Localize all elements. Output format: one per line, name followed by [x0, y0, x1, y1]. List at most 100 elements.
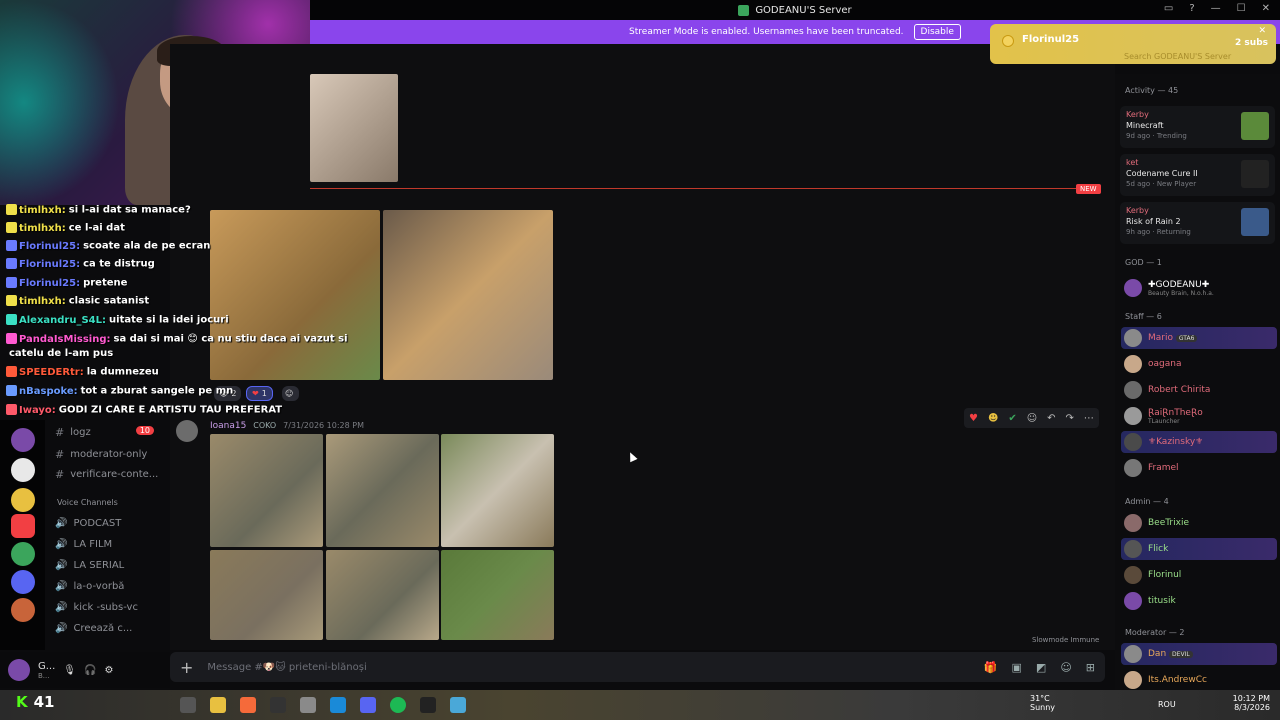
apps-icon[interactable]: ⊞ — [1086, 661, 1095, 674]
member-avatar — [1124, 355, 1142, 373]
cat-image-3[interactable] — [441, 434, 554, 547]
server-icon-6[interactable] — [11, 570, 35, 594]
edge-icon[interactable] — [330, 697, 346, 713]
heart-react-icon[interactable]: ♥ — [969, 413, 978, 424]
obs-icon[interactable] — [270, 697, 286, 713]
activity-header[interactable]: Activity — 45 — [1125, 86, 1178, 95]
check-react-icon[interactable]: ✔ — [1008, 413, 1016, 424]
member-row[interactable]: ⱤaiⱤnTheⱤo TLauncher — [1121, 405, 1277, 427]
member-name: Robert Chirita — [1148, 385, 1211, 395]
file-explorer-icon[interactable] — [210, 697, 226, 713]
voice-channels-header[interactable]: Voice Channels — [57, 498, 118, 507]
member-row[interactable]: titusik — [1121, 590, 1277, 612]
message-input-placeholder[interactable]: Message #🐶🐱 prieteni-blănoși — [207, 662, 366, 673]
sticker-icon[interactable]: ◩ — [1036, 661, 1046, 674]
emoji-icon[interactable]: ☺ — [1060, 661, 1071, 674]
minimize-button[interactable]: — — [1211, 3, 1221, 14]
voice-channel[interactable]: 🔊 Creează c... — [55, 623, 132, 634]
kick-logo-icon: K — [16, 693, 28, 711]
reply-icon[interactable]: ↶ — [1047, 413, 1055, 424]
brave-icon[interactable] — [240, 697, 256, 713]
message-author[interactable]: Ioana15 — [210, 421, 246, 431]
server-icon-4[interactable] — [11, 514, 35, 538]
channel-moderator-only[interactable]: # moderator-only — [55, 448, 147, 461]
cat-image-2[interactable] — [326, 434, 439, 547]
app-icon-3[interactable] — [450, 697, 466, 713]
dog-image-2[interactable] — [383, 210, 553, 380]
app-icon[interactable] — [300, 697, 316, 713]
server-icon-7[interactable] — [11, 598, 35, 622]
stream-chat-message: sa dai si mai 😊 ca nu stiu daca ai vazut… — [113, 333, 348, 345]
maximize-button[interactable]: ☐ — [1237, 3, 1246, 14]
message-image[interactable] — [310, 74, 398, 182]
member-row[interactable]: ✚GODEANU✚ Beauty Brain, N.o.h.a. — [1121, 277, 1277, 299]
author-avatar[interactable] — [176, 420, 198, 442]
member-row[interactable]: Flick — [1121, 538, 1277, 560]
server-icon-5[interactable] — [11, 542, 35, 566]
voice-channel[interactable]: 🔊 LA FILM — [55, 539, 112, 550]
member-row[interactable]: oagana — [1121, 353, 1277, 375]
activity-card[interactable]: Kerby Minecraft 9d ago · Trending — [1120, 106, 1275, 148]
discord-icon[interactable] — [360, 697, 376, 713]
emoji-react-icon[interactable]: ☻ — [988, 413, 998, 424]
close-button[interactable]: ✕ — [1262, 3, 1270, 14]
close-alert-icon[interactable]: ✕ — [1258, 26, 1266, 36]
spotify-icon[interactable] — [390, 697, 406, 713]
chat-badge-icon — [6, 404, 17, 415]
activity-card[interactable]: ket Codename Cure II 5d ago · New Player — [1120, 154, 1275, 196]
gift-icon[interactable]: 🎁 — [984, 661, 998, 674]
cat-image-5[interactable] — [326, 550, 439, 640]
cat-image-1[interactable] — [210, 434, 323, 547]
member-row[interactable]: Dan DEVIL — [1121, 643, 1277, 665]
voice-channel[interactable]: 🔊 la-o-vorbă — [55, 581, 124, 592]
attach-plus-icon[interactable]: + — [180, 658, 193, 677]
settings-gear-icon[interactable]: ⚙ — [104, 665, 113, 676]
weather-widget[interactable]: 31°C Sunny — [1030, 694, 1055, 712]
channel-verificare[interactable]: # verificare-conte... — [55, 468, 158, 481]
help-icon[interactable]: ? — [1189, 3, 1194, 14]
member-row[interactable]: BeeTrixie — [1121, 512, 1277, 534]
app-icon-2[interactable] — [420, 697, 436, 713]
voice-channel[interactable]: 🔊 PODCAST — [55, 518, 121, 529]
activity-card[interactable]: Kerby Risk of Rain 2 9h ago · Returning — [1120, 202, 1275, 244]
member-row[interactable]: Framel — [1121, 457, 1277, 479]
user-name: G... — [38, 660, 56, 672]
member-avatar — [1124, 645, 1142, 663]
composer-actions: 🎁 ▣ ◩ ☺ ⊞ — [984, 661, 1095, 674]
message-composer[interactable]: + Message #🐶🐱 prieteni-blănoși 🎁 ▣ ◩ ☺ ⊞ — [170, 652, 1105, 682]
member-row[interactable]: Florinul — [1121, 564, 1277, 586]
task-view-icon[interactable] — [180, 697, 196, 713]
server-icon-1[interactable] — [11, 428, 35, 452]
inbox-icon[interactable]: ▭ — [1164, 3, 1173, 14]
member-row[interactable]: Mario GTA6 — [1121, 327, 1277, 349]
search-input[interactable]: Search GODEANU'S Server — [1124, 52, 1231, 61]
member-row[interactable]: Its.AndrewCc — [1121, 669, 1277, 691]
channel-list: # logz 10 # moderator-only # verificare-… — [45, 420, 170, 650]
more-icon[interactable]: ⋯ — [1084, 413, 1094, 424]
game-thumbnail — [1241, 208, 1269, 236]
clock[interactable]: 10:12 PM 8/3/2026 — [1233, 694, 1270, 712]
taskbar-apps — [180, 697, 466, 713]
member-avatar — [1124, 279, 1142, 297]
member-info: Dan DEVIL — [1148, 649, 1193, 659]
member-badge: GTA6 — [1175, 335, 1198, 342]
member-row[interactable]: Robert Chirita — [1121, 379, 1277, 401]
cat-image-6[interactable] — [441, 550, 554, 640]
voice-channel[interactable]: 🔊 LA SERIAL — [55, 560, 124, 571]
forward-icon[interactable]: ↷ — [1066, 413, 1074, 424]
channel-logz[interactable]: # logz — [55, 426, 91, 439]
disable-streamer-mode-button[interactable]: Disable — [913, 24, 961, 40]
server-list — [0, 420, 45, 650]
user-avatar[interactable] — [8, 659, 30, 681]
stream-chat-message: catelu de l-am pus — [9, 348, 114, 359]
mic-icon[interactable]: 🎙 — [63, 665, 76, 676]
language-indicator[interactable]: ROU — [1158, 700, 1176, 709]
add-reaction-icon[interactable]: ☺ — [1027, 413, 1037, 424]
voice-channel[interactable]: 🔊 kick -subs-vc — [55, 602, 138, 613]
cat-image-4[interactable] — [210, 550, 323, 640]
gif-icon[interactable]: ▣ — [1012, 661, 1022, 674]
server-icon-3[interactable] — [11, 488, 35, 512]
server-icon-2[interactable] — [11, 458, 35, 482]
headphones-icon[interactable]: 🎧 — [84, 665, 96, 676]
member-row[interactable]: ⚜Kazinsky⚜ — [1121, 431, 1277, 453]
